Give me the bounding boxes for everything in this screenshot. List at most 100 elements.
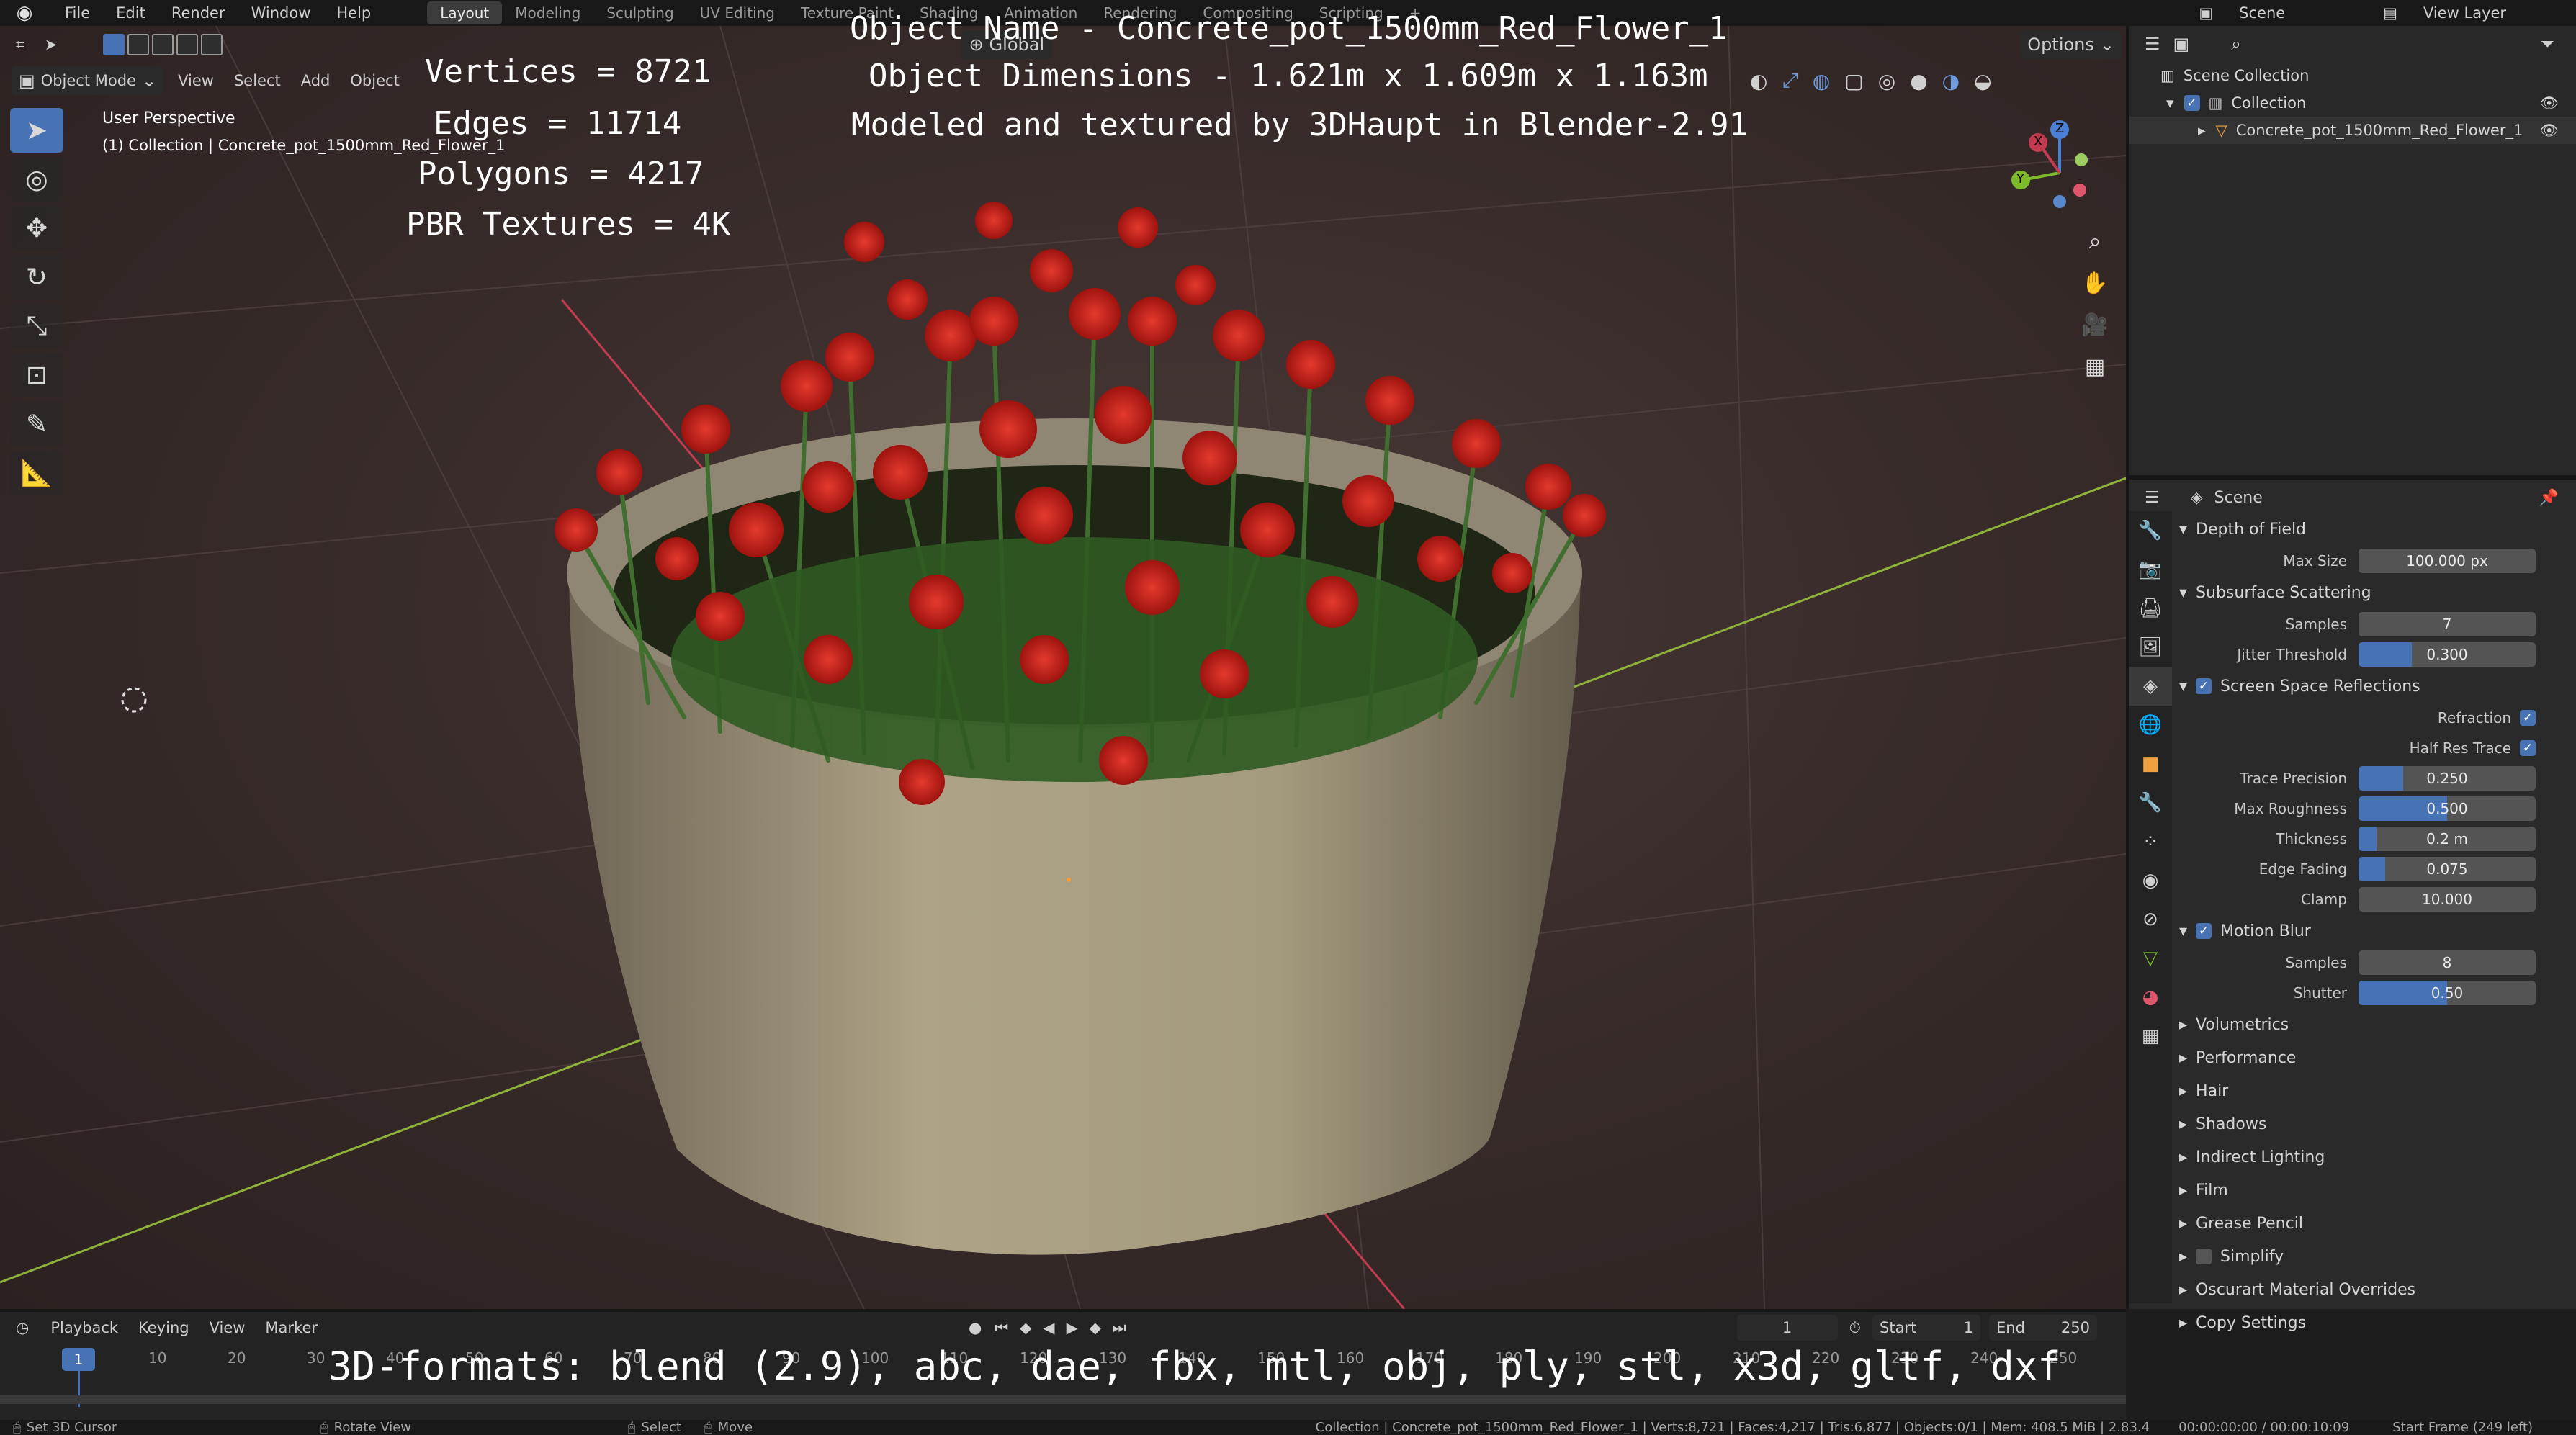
menu-playback[interactable]: Playback xyxy=(40,1319,128,1336)
grid-view-icon[interactable]: ▦ xyxy=(2074,346,2116,387)
select-box-tool-icon[interactable]: ➤ xyxy=(10,108,63,153)
pin-icon[interactable]: 📌 xyxy=(2539,489,2559,507)
trace-precision-slider[interactable]: 0.250 xyxy=(2359,766,2536,791)
start-frame-field[interactable]: Start 1 xyxy=(1872,1315,1980,1341)
section-copy-settings[interactable]: ▸ Copy Settings xyxy=(2173,1306,2573,1339)
select-new-button[interactable] xyxy=(103,34,125,55)
motion-blur-checkbox[interactable]: ✓ xyxy=(2196,923,2212,939)
editor-type-icon[interactable]: ◷ xyxy=(0,1319,40,1336)
gizmo-toggle-icon[interactable]: ⤢ xyxy=(1782,68,1798,93)
section-film[interactable]: ▸ Film xyxy=(2173,1174,2573,1207)
scale-tool-icon[interactable]: ⤡ xyxy=(10,304,63,348)
jump-start-icon[interactable]: ⏮ xyxy=(989,1319,1014,1337)
overlay-toggle-icon[interactable]: ◍ xyxy=(1813,69,1830,93)
scene-selector-icon[interactable]: ▣ xyxy=(2186,4,2226,22)
menu-view[interactable]: View xyxy=(168,72,224,89)
object-tab-icon[interactable]: ■ xyxy=(2129,745,2172,783)
editor-type-icon[interactable]: ⌗ xyxy=(0,36,35,54)
world-tab-icon[interactable]: 🌐 xyxy=(2129,706,2172,745)
outliner-row-scene-collection[interactable]: ▥ Scene Collection xyxy=(2129,62,2576,89)
section-hair[interactable]: ▸ Hair xyxy=(2173,1074,2573,1107)
menu-help[interactable]: Help xyxy=(323,4,384,22)
transform-tool-icon[interactable]: ⊡ xyxy=(10,353,63,397)
edge-fading-slider[interactable]: 0.075 xyxy=(2359,857,2536,881)
particles-tab-icon[interactable]: ⁘ xyxy=(2129,822,2172,861)
xray-toggle-icon[interactable]: ▢ xyxy=(1844,69,1863,93)
section-performance[interactable]: ▸ Performance xyxy=(2173,1041,2573,1074)
eye-icon[interactable]: 👁 xyxy=(2539,94,2559,112)
workspace-tab-modeling[interactable]: Modeling xyxy=(502,1,593,24)
simplify-checkbox[interactable] xyxy=(2196,1249,2212,1264)
camera-view-icon[interactable]: 🎥 xyxy=(2074,304,2116,346)
select-subtract-button[interactable] xyxy=(152,34,174,55)
outliner-row-object[interactable]: ▸ ▽ Concrete_pot_1500mm_Red_Flower_1 👁 xyxy=(2129,117,2576,144)
visibility-icon[interactable]: ◐ xyxy=(1750,69,1767,93)
clamp-field[interactable]: 10.000 xyxy=(2359,887,2536,912)
scene-tab-icon[interactable]: ◈ xyxy=(2129,667,2172,706)
editor-type-icon[interactable]: ☰ xyxy=(2145,489,2159,507)
section-indirect-lighting[interactable]: ▸ Indirect Lighting xyxy=(2173,1141,2573,1174)
section-volumetrics[interactable]: ▸ Volumetrics xyxy=(2173,1008,2573,1041)
prev-keyframe-icon[interactable]: ◆ xyxy=(1014,1319,1037,1336)
section-subsurface-scattering[interactable]: ▾ Subsurface Scattering xyxy=(2173,576,2573,609)
menu-add[interactable]: Add xyxy=(291,72,341,89)
view-layer-icon[interactable]: ▤ xyxy=(2370,4,2410,22)
menu-edit[interactable]: Edit xyxy=(103,4,158,22)
workspace-tab-layout[interactable]: Layout xyxy=(427,1,503,24)
next-keyframe-icon[interactable]: ◆ xyxy=(1084,1319,1107,1336)
end-frame-field[interactable]: End 250 xyxy=(1989,1315,2097,1341)
section-oscurart-overrides[interactable]: ▸ Oscurart Material Overrides xyxy=(2173,1273,2573,1306)
workspace-tab-uv-editing[interactable]: UV Editing xyxy=(687,1,788,24)
ssr-enable-checkbox[interactable]: ✓ xyxy=(2196,678,2212,694)
output-tab-icon[interactable]: 🖨 xyxy=(2129,589,2172,628)
material-tab-icon[interactable]: ◕ xyxy=(2129,978,2172,1017)
scene-selector[interactable]: Scene xyxy=(2226,4,2370,22)
menu-render[interactable]: Render xyxy=(158,4,238,22)
workspace-tab-sculpting[interactable]: Sculpting xyxy=(593,1,686,24)
expand-arrow-icon[interactable]: ▸ xyxy=(2198,122,2206,139)
options-dropdown[interactable]: Options ⌄ xyxy=(2020,30,2122,59)
select-intersect-button[interactable] xyxy=(201,34,223,55)
blender-logo-icon[interactable]: ◉ xyxy=(10,2,39,24)
max-size-field[interactable]: 100.000 px xyxy=(2359,549,2536,573)
measure-tool-icon[interactable]: 📐 xyxy=(10,451,63,495)
jitter-threshold-slider[interactable]: 0.300 xyxy=(2359,642,2536,667)
tool-tab-icon[interactable]: 🔧 xyxy=(2129,511,2172,550)
clock-icon[interactable]: ⏱ xyxy=(1842,1319,1868,1337)
select-tool-icon[interactable]: ➤ xyxy=(35,36,68,53)
annotate-tool-icon[interactable]: ✎ xyxy=(10,402,63,446)
rendered-shading-icon[interactable]: ◒ xyxy=(1974,69,1991,93)
timeline-scrollbar[interactable] xyxy=(0,1395,2126,1404)
menu-window[interactable]: Window xyxy=(238,4,324,22)
modifier-tab-icon[interactable]: 🔧 xyxy=(2129,783,2172,822)
shutter-slider[interactable]: 0.50 xyxy=(2359,981,2536,1005)
display-mode-icon[interactable]: ▣ xyxy=(2173,34,2190,54)
mode-dropdown[interactable]: ▣ Object Mode ⌄ xyxy=(12,66,164,95)
max-roughness-slider[interactable]: 0.500 xyxy=(2359,796,2536,821)
zoom-icon[interactable]: ⌕ xyxy=(2074,220,2116,262)
menu-select[interactable]: Select xyxy=(224,72,291,89)
outliner-row-collection[interactable]: ▾ ✓ ▥ Collection 👁 xyxy=(2129,89,2576,117)
refraction-checkbox[interactable]: ✓ xyxy=(2520,710,2536,726)
section-simplify[interactable]: ▸ Simplify xyxy=(2173,1240,2573,1273)
data-tab-icon[interactable]: ▽ xyxy=(2129,939,2172,978)
half-res-trace-checkbox[interactable]: ✓ xyxy=(2520,740,2536,756)
texture-tab-icon[interactable]: ▦ xyxy=(2129,1017,2172,1056)
thickness-slider[interactable]: 0.2 m xyxy=(2359,827,2536,851)
menu-view[interactable]: View xyxy=(199,1319,256,1336)
current-frame-field[interactable]: 1 xyxy=(1736,1315,1838,1341)
menu-object[interactable]: Object xyxy=(340,72,409,89)
section-grease-pencil[interactable]: ▸ Grease Pencil xyxy=(2173,1207,2573,1240)
section-depth-of-field[interactable]: ▾ Depth of Field xyxy=(2173,513,2573,546)
expand-arrow-icon[interactable]: ▾ xyxy=(2166,94,2174,112)
play-reverse-icon[interactable]: ◀ xyxy=(1037,1319,1060,1336)
view-layer-tab-icon[interactable]: 🖼 xyxy=(2129,628,2172,667)
menu-file[interactable]: File xyxy=(52,4,103,22)
section-motion-blur[interactable]: ▾ ✓ Motion Blur xyxy=(2173,914,2573,948)
section-screen-space-reflections[interactable]: ▾ ✓ Screen Space Reflections xyxy=(2173,670,2573,703)
render-tab-icon[interactable]: 📷 xyxy=(2129,550,2172,589)
navigation-gizmo[interactable]: Z Y X xyxy=(2002,115,2117,230)
section-shadows[interactable]: ▸ Shadows xyxy=(2173,1107,2573,1141)
playhead[interactable]: 1 xyxy=(62,1348,95,1371)
collection-checkbox[interactable]: ✓ xyxy=(2184,95,2200,111)
